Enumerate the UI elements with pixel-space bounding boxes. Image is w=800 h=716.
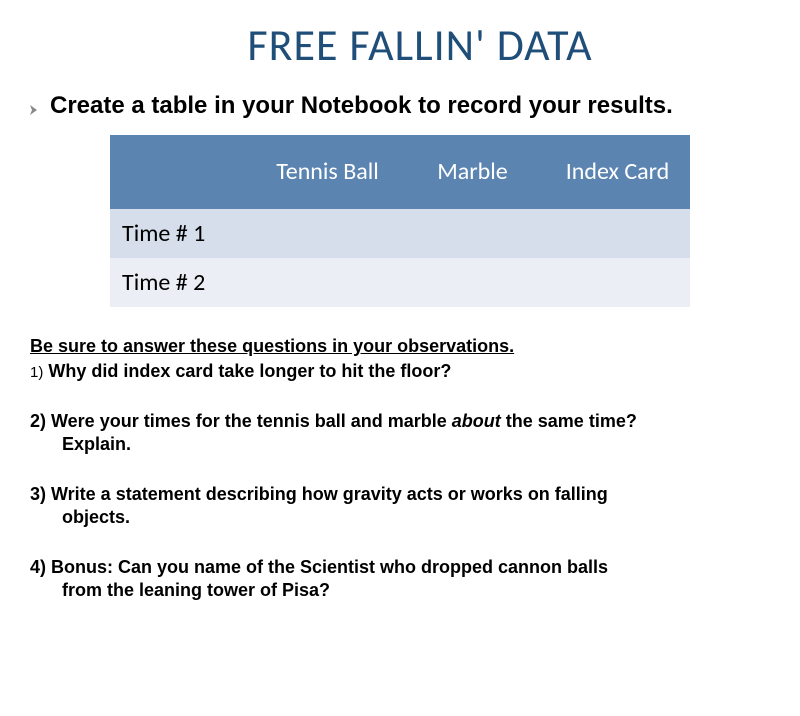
cell xyxy=(400,258,545,307)
questions-intro: Be sure to answer these questions in you… xyxy=(28,335,772,358)
col-header-blank xyxy=(110,135,255,209)
q4-indent: from the leaning tower of Pisa? xyxy=(30,579,772,602)
row-label: Time # 2 xyxy=(110,258,255,307)
q2-pre: 2) Were your times for the tennis ball a… xyxy=(30,411,452,431)
question-1: 1) Why did index card take longer to hit… xyxy=(28,360,772,383)
instruction-row: Create a table in your Notebook to recor… xyxy=(28,92,772,121)
page-title: FREE FALLIN' DATA xyxy=(28,18,772,72)
question-3: 3) Write a statement describing how grav… xyxy=(28,483,772,528)
q1-text: Why did index card take longer to hit th… xyxy=(43,361,451,381)
col-header-index: Index Card xyxy=(545,135,690,209)
table-header-row: Tennis Ball Marble Index Card xyxy=(110,135,690,209)
instruction-text: Create a table in your Notebook to recor… xyxy=(50,92,673,121)
question-4: 4) Bonus: Can you name of the Scientist … xyxy=(28,556,772,601)
cell xyxy=(255,258,400,307)
cell xyxy=(255,209,400,258)
row-label: Time # 1 xyxy=(110,209,255,258)
cell xyxy=(545,209,690,258)
data-table: Tennis Ball Marble Index Card Time # 1 T… xyxy=(110,135,690,307)
col-header-tennis: Tennis Ball xyxy=(255,135,400,209)
cell xyxy=(545,258,690,307)
q2-post: the same time? xyxy=(501,411,637,431)
q3-main: 3) Write a statement describing how grav… xyxy=(30,484,608,504)
table-row: Time # 2 xyxy=(110,258,690,307)
q2-about: about xyxy=(452,411,501,431)
q1-number: 1) xyxy=(30,364,43,381)
q4-main: 4) Bonus: Can you name of the Scientist … xyxy=(30,557,608,577)
cell xyxy=(400,209,545,258)
table-row: Time # 1 xyxy=(110,209,690,258)
q3-indent: objects. xyxy=(30,506,772,529)
questions-block: Be sure to answer these questions in you… xyxy=(28,335,772,601)
question-2: 2) Were your times for the tennis ball a… xyxy=(28,410,772,455)
q2-indent: Explain. xyxy=(30,433,772,456)
col-header-marble: Marble xyxy=(400,135,545,209)
chevron-right-icon xyxy=(28,102,40,121)
